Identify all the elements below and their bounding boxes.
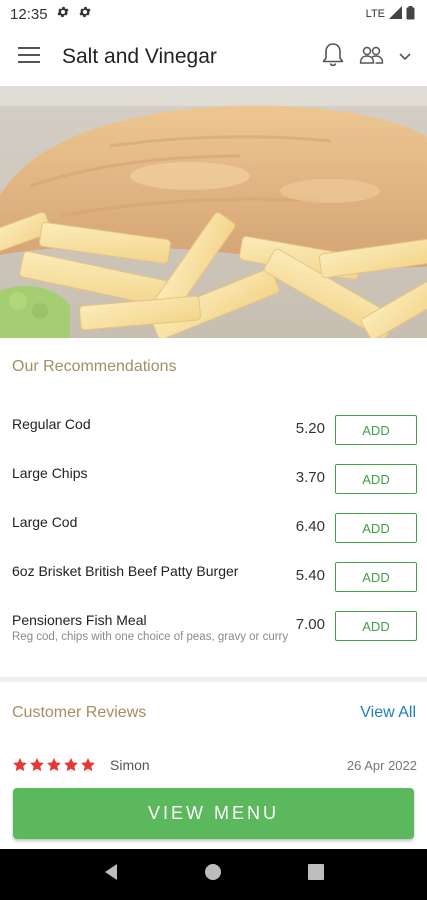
- view-all-link[interactable]: View All: [360, 704, 416, 722]
- list-item: Large Cod 6.40 ADD: [0, 502, 427, 551]
- list-item: Regular Cod 5.20 ADD: [0, 404, 427, 453]
- hamburger-menu-icon[interactable]: [18, 46, 40, 69]
- add-button[interactable]: ADD: [335, 562, 417, 592]
- add-button[interactable]: ADD: [335, 611, 417, 641]
- battery-icon: [406, 5, 415, 23]
- status-bar: 12:35 LTE: [0, 0, 427, 28]
- network-type: LTE: [365, 8, 385, 20]
- list-item: Large Chips 3.70 ADD: [0, 453, 427, 502]
- list-item: Pensioners Fish Meal Reg cod, chips with…: [0, 600, 427, 670]
- app-bar: Salt and Vinegar: [0, 28, 427, 86]
- hero-image: [0, 86, 427, 338]
- settings-gear-icon: [78, 5, 92, 23]
- item-price: 3.70: [295, 469, 325, 486]
- add-button[interactable]: ADD: [335, 513, 417, 543]
- add-button[interactable]: ADD: [335, 415, 417, 445]
- review-item: Simon 26 Apr 2022: [12, 754, 417, 776]
- home-icon[interactable]: [204, 863, 222, 886]
- status-time: 12:35: [10, 5, 48, 23]
- view-menu-button[interactable]: VIEW MENU: [13, 788, 414, 839]
- item-description: Reg cod, chips with one choice of peas, …: [12, 631, 289, 643]
- star-icon: [30, 758, 44, 772]
- recommendations-heading: Our Recommendations: [12, 358, 177, 375]
- item-price: 5.20: [295, 420, 325, 437]
- star-icon: [81, 758, 95, 772]
- page-title: Salt and Vinegar: [62, 45, 217, 68]
- recents-icon[interactable]: [308, 864, 325, 885]
- item-name: Regular Cod: [12, 416, 91, 432]
- settings-gear-icon: [56, 5, 70, 23]
- bell-icon[interactable]: [321, 42, 345, 73]
- list-item: 6oz Brisket British Beef Patty Burger 5.…: [0, 551, 427, 600]
- item-name: Large Chips: [12, 465, 88, 481]
- star-icon: [47, 758, 61, 772]
- system-nav-bar: [0, 849, 427, 900]
- signal-icon: [389, 6, 402, 22]
- add-button[interactable]: ADD: [335, 464, 417, 494]
- star-icon: [64, 758, 78, 772]
- star-rating: [12, 757, 96, 773]
- chevron-down-icon[interactable]: [399, 48, 411, 66]
- section-divider: [0, 677, 427, 682]
- item-name: 6oz Brisket British Beef Patty Burger: [12, 563, 239, 579]
- item-name: Large Cod: [12, 514, 78, 530]
- back-icon[interactable]: [103, 863, 119, 886]
- item-price: 5.40: [295, 567, 325, 584]
- item-name: Pensioners Fish Meal: [12, 612, 147, 628]
- users-icon[interactable]: [359, 45, 385, 70]
- item-price: 6.40: [295, 518, 325, 535]
- review-date: 26 Apr 2022: [346, 757, 417, 773]
- recommendations-list: Regular Cod 5.20 ADD Large Chips 3.70 AD…: [0, 404, 427, 670]
- item-price: 7.00: [295, 616, 325, 633]
- reviewer-name: Simon: [110, 757, 150, 773]
- star-icon: [13, 758, 27, 772]
- reviews-heading: Customer Reviews: [12, 704, 147, 721]
